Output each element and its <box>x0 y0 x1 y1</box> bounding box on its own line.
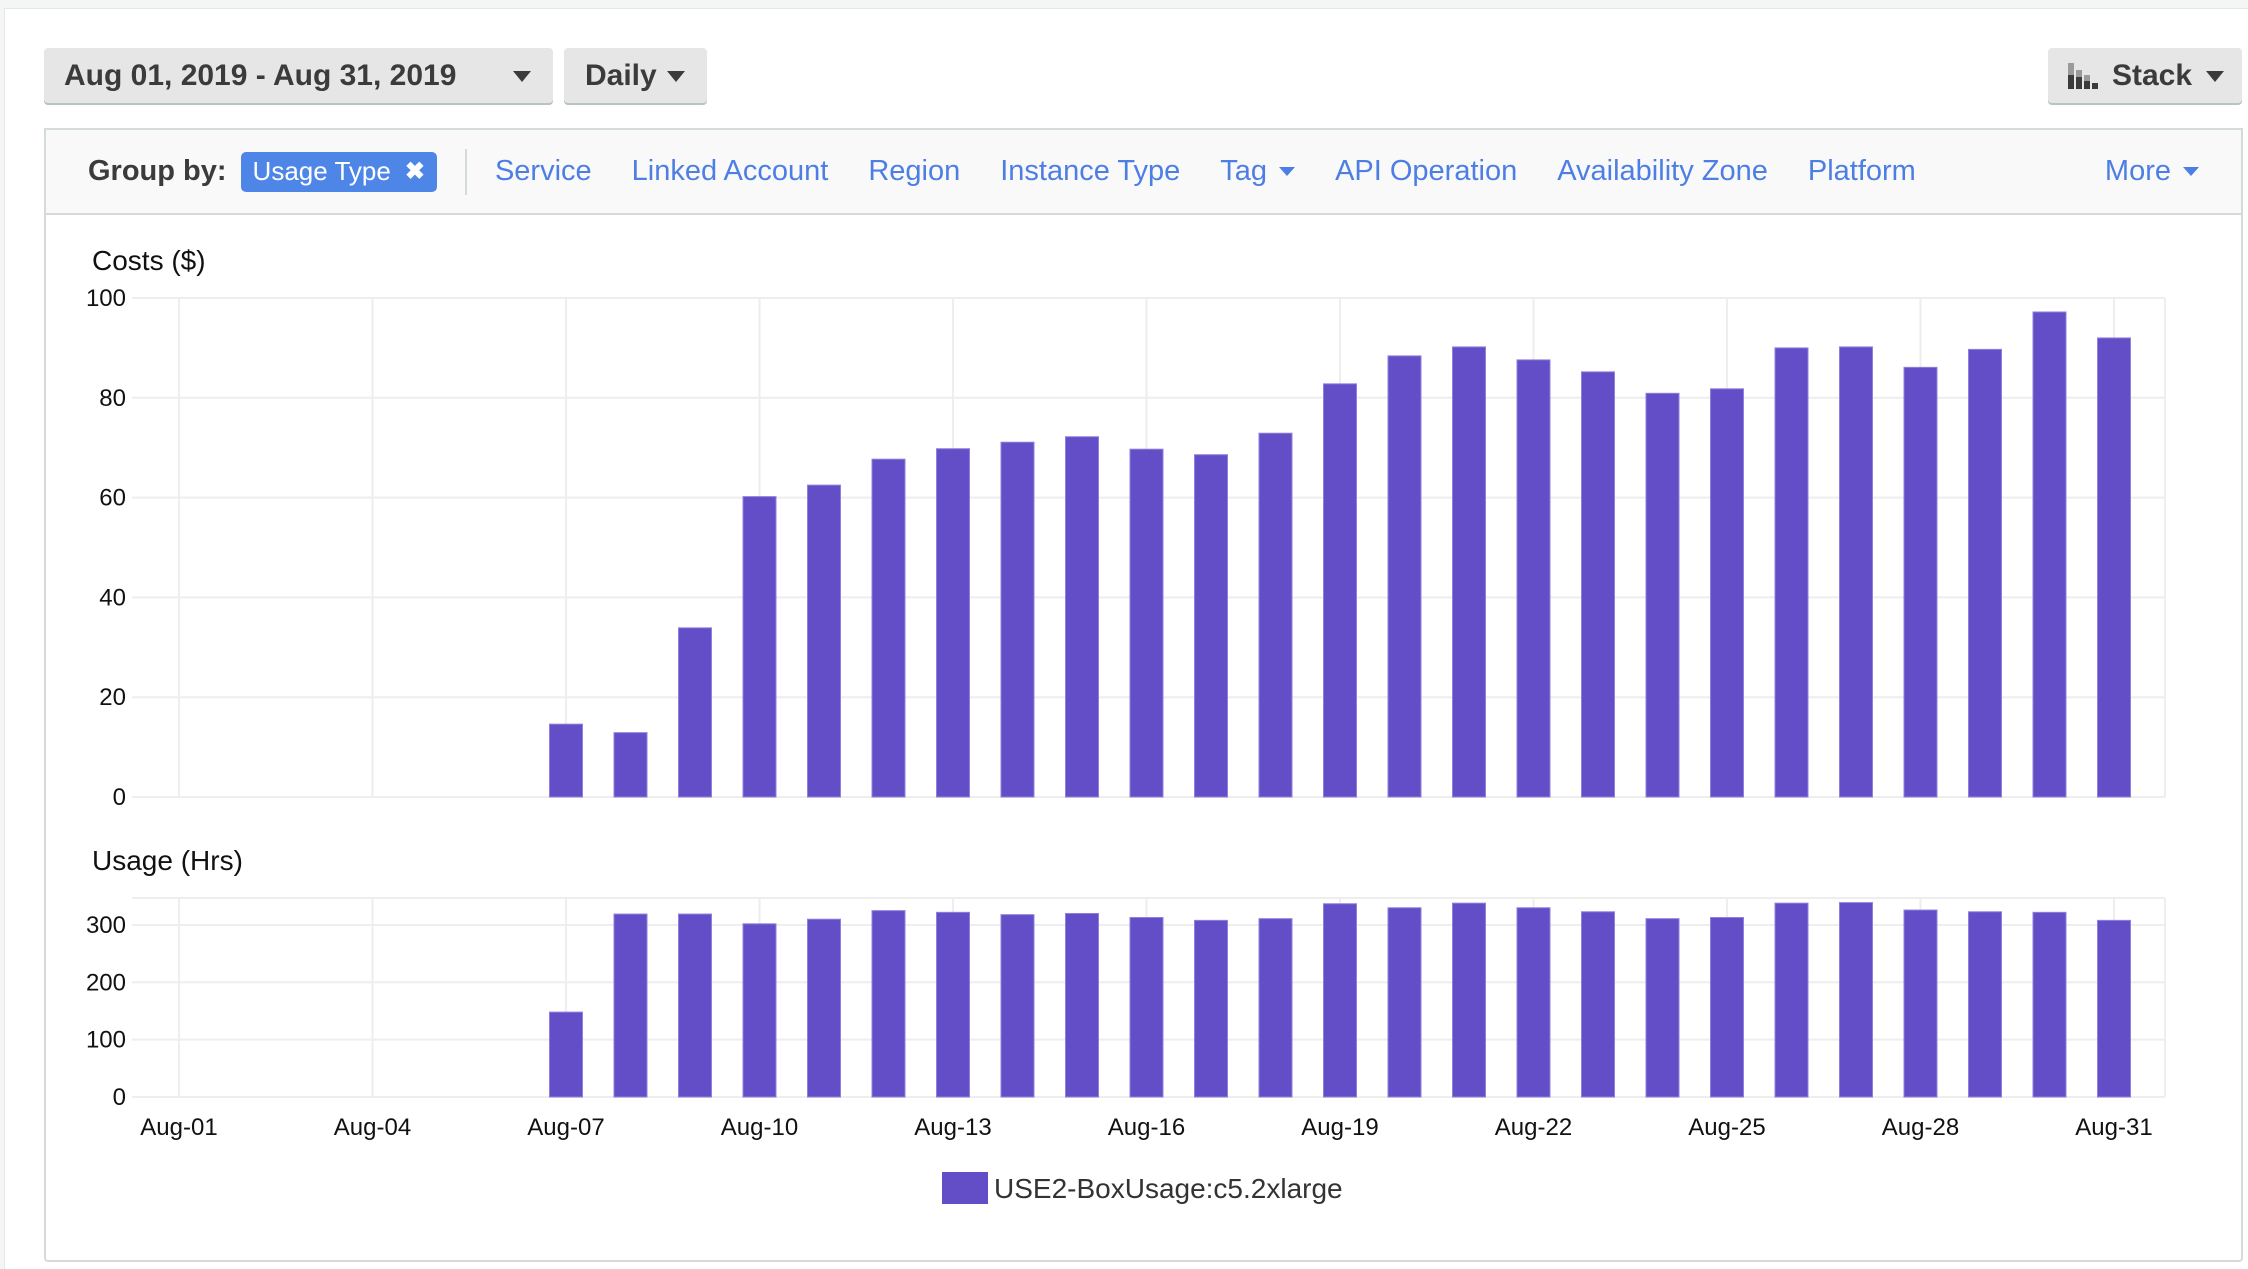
charts-svg: Costs ($) 0 20 40 60 80 100 Usage (Hrs) 0 100 2… <box>86 245 2166 1204</box>
usage-bar-aug-13[interactable] <box>936 911 970 1098</box>
usage-bar-aug-18[interactable] <box>1258 918 1293 1098</box>
cost-bar-aug-14[interactable] <box>1000 441 1035 798</box>
cost-bar-aug-20[interactable] <box>1387 355 1422 798</box>
cost-bar-aug-16[interactable] <box>1129 448 1164 798</box>
usage-bar-aug-31[interactable] <box>2097 919 2131 1098</box>
usage-bar-aug-16[interactable] <box>1129 916 1164 1098</box>
legend-swatch <box>942 1172 988 1204</box>
cost-bar-aug-09[interactable] <box>678 627 712 798</box>
usage-bar-aug-26[interactable] <box>1774 902 1809 1098</box>
usage-bar-aug-22[interactable] <box>1516 907 1551 1098</box>
usage-bar-aug-07[interactable] <box>549 1011 583 1098</box>
usage-bar-aug-27[interactable] <box>1839 902 1873 1098</box>
cost-ytick-label: 60 <box>99 485 126 512</box>
usage-bar-aug-21[interactable] <box>1452 902 1486 1098</box>
usage-bar-aug-20[interactable] <box>1387 907 1422 1098</box>
cost-ytick-label: 20 <box>99 684 126 711</box>
xtick-label: Aug-22 <box>1495 1114 1572 1141</box>
usage-ytick-label: 100 <box>86 1027 126 1054</box>
usage-bar-aug-23[interactable] <box>1581 911 1615 1098</box>
usage-bar-aug-11[interactable] <box>807 918 841 1098</box>
cost-bar-aug-29[interactable] <box>1968 348 2002 798</box>
usage-bar-aug-09[interactable] <box>678 913 712 1098</box>
usage-bar-aug-29[interactable] <box>1968 911 2002 1098</box>
xtick-label: Aug-04 <box>334 1114 411 1141</box>
usage-axis-title: Usage (Hrs) <box>92 845 243 876</box>
cost-axis-title: Costs ($) <box>92 245 206 276</box>
cost-bar-aug-30[interactable] <box>2032 311 2067 798</box>
cost-bar-aug-28[interactable] <box>1903 366 1938 798</box>
xtick-label: Aug-19 <box>1301 1114 1378 1141</box>
cost-bar-aug-22[interactable] <box>1516 359 1551 798</box>
cost-chart: Costs ($) 0 20 40 60 80 100 <box>86 245 2166 811</box>
cost-bar-aug-19[interactable] <box>1323 383 1357 798</box>
usage-ytick-label: 200 <box>86 969 126 996</box>
cost-bar-aug-25[interactable] <box>1710 388 1744 798</box>
usage-bar-aug-28[interactable] <box>1903 909 1938 1098</box>
cost-bar-aug-31[interactable] <box>2097 337 2131 798</box>
usage-bar-aug-25[interactable] <box>1710 916 1744 1098</box>
usage-bar-aug-30[interactable] <box>2032 911 2067 1098</box>
cost-bar-aug-08[interactable] <box>613 732 648 798</box>
usage-chart: Usage (Hrs) 0 100 200 300 Aug-01 Aug-04 Aug-0… <box>86 845 2166 1141</box>
cost-bar-aug-23[interactable] <box>1581 371 1615 798</box>
cost-bar-aug-13[interactable] <box>936 448 970 798</box>
cost-ytick-label: 80 <box>99 385 126 412</box>
xtick-label: Aug-31 <box>2075 1114 2152 1141</box>
cost-ytick-label: 0 <box>113 784 126 811</box>
usage-bar-aug-08[interactable] <box>613 913 648 1098</box>
usage-bar-aug-24[interactable] <box>1645 918 1680 1098</box>
xtick-label: Aug-01 <box>140 1114 217 1141</box>
cost-bar-aug-27[interactable] <box>1839 346 1873 798</box>
cost-bar-aug-26[interactable] <box>1774 347 1809 798</box>
xtick-label: Aug-10 <box>721 1114 798 1141</box>
xtick-label: Aug-25 <box>1688 1114 1765 1141</box>
cost-bar-aug-17[interactable] <box>1194 454 1228 798</box>
legend-label[interactable]: USE2-BoxUsage:c5.2xlarge <box>994 1173 1343 1204</box>
cost-ytick-label: 40 <box>99 584 126 611</box>
cost-bar-aug-12[interactable] <box>871 458 906 798</box>
xtick-label: Aug-16 <box>1108 1114 1185 1141</box>
cost-bar-aug-18[interactable] <box>1258 432 1293 798</box>
usage-bar-aug-19[interactable] <box>1323 903 1357 1098</box>
xtick-label: Aug-13 <box>914 1114 991 1141</box>
cost-bar-aug-15[interactable] <box>1065 436 1099 798</box>
cost-bar-aug-11[interactable] <box>807 484 841 798</box>
xtick-label: Aug-28 <box>1882 1114 1959 1141</box>
usage-bar-aug-17[interactable] <box>1194 919 1228 1098</box>
legend: USE2-BoxUsage:c5.2xlarge <box>942 1172 1343 1204</box>
usage-ytick-label: 0 <box>113 1084 126 1111</box>
xtick-label: Aug-07 <box>527 1114 604 1141</box>
usage-bar-aug-15[interactable] <box>1065 912 1099 1098</box>
cost-ytick-label: 100 <box>86 285 126 312</box>
cost-bar-aug-24[interactable] <box>1645 392 1680 798</box>
cost-bar-aug-10[interactable] <box>742 496 777 798</box>
cost-bar-aug-07[interactable] <box>549 723 583 798</box>
usage-bar-aug-10[interactable] <box>742 923 777 1098</box>
usage-bar-aug-12[interactable] <box>871 910 906 1098</box>
usage-bar-aug-14[interactable] <box>1000 914 1035 1098</box>
cost-bar-aug-21[interactable] <box>1452 346 1486 798</box>
usage-ytick-label: 300 <box>86 912 126 939</box>
